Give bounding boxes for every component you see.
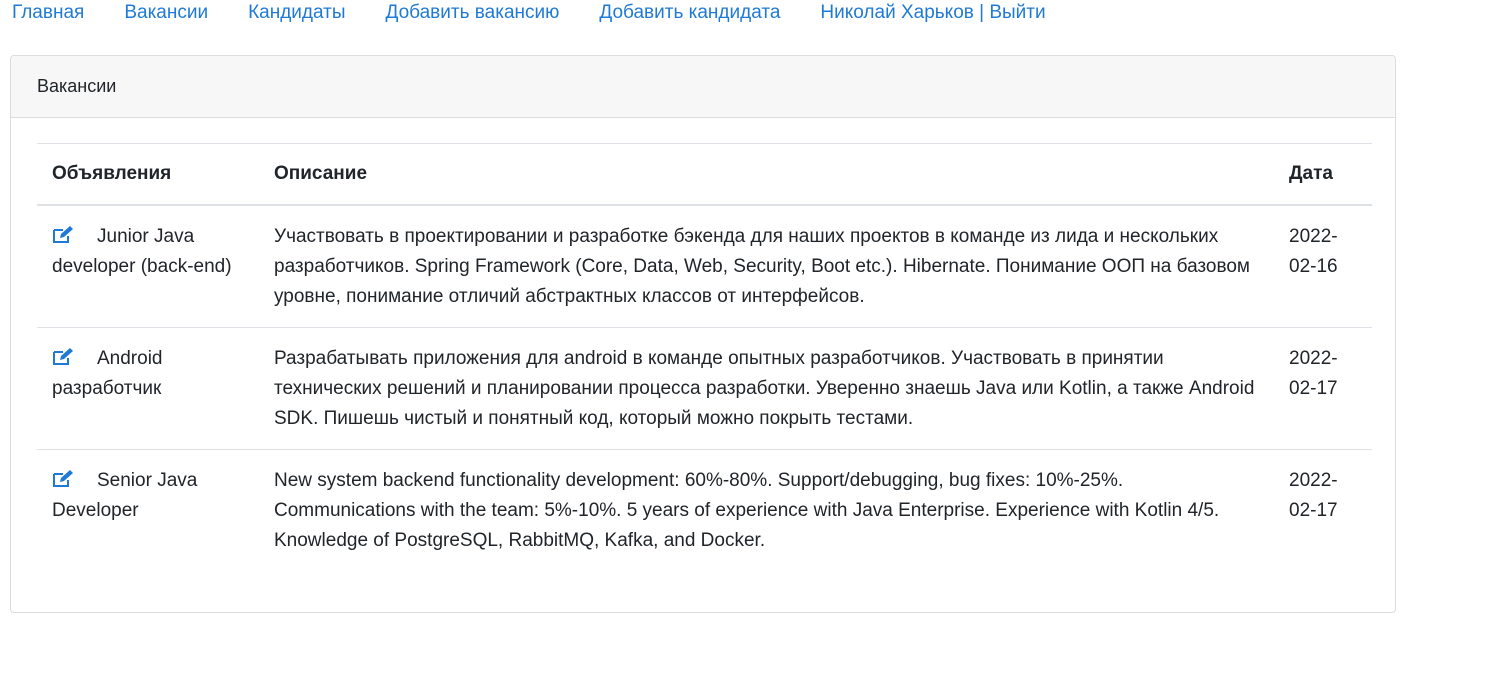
vacancy-description: New system backend functionality develop… — [274, 470, 1220, 551]
table-header-row: Объявления Описание Дата — [37, 143, 1372, 205]
vacancy-title: Junior Java developer (back-end) — [52, 226, 232, 277]
vacancies-card: Вакансии Объявления Описание Дата Junior… — [10, 55, 1396, 613]
vacancy-date: 2022-02-16 — [1289, 226, 1338, 277]
nav-link-candidates[interactable]: Кандидаты — [248, 2, 345, 24]
table-row: Senior Java Developer New system backend… — [37, 450, 1372, 572]
table-row: Android разработчик Разрабатывать прилож… — [37, 328, 1372, 450]
nav-link-add-vacancy[interactable]: Добавить вакансию — [386, 2, 560, 24]
vacancies-table: Объявления Описание Дата Junior Java dev… — [37, 143, 1372, 571]
vacancy-title-cell: Junior Java developer (back-end) — [37, 205, 259, 328]
nav-link-vacancies[interactable]: Вакансии — [124, 2, 208, 24]
vacancy-date: 2022-02-17 — [1289, 470, 1338, 521]
column-header-date: Дата — [1289, 163, 1333, 184]
column-header-title: Объявления — [52, 163, 172, 184]
nav-link-user-logout[interactable]: Николай Харьков | Выйти — [820, 2, 1045, 24]
vacancy-title-cell: Android разработчик — [37, 328, 259, 450]
card-header: Вакансии — [11, 56, 1395, 118]
edit-icon[interactable] — [52, 224, 74, 243]
vacancy-description: Участвовать в проектировании и разработк… — [274, 226, 1250, 307]
top-navigation: Главная Вакансии Кандидаты Добавить вака… — [12, 0, 1086, 26]
vacancy-date: 2022-02-17 — [1289, 348, 1338, 399]
column-header-description: Описание — [274, 163, 368, 184]
nav-link-add-candidate[interactable]: Добавить кандидата — [599, 2, 780, 24]
nav-link-home[interactable]: Главная — [12, 2, 84, 24]
vacancies-table-wrapper: Объявления Описание Дата Junior Java dev… — [37, 143, 1372, 571]
table-row: Junior Java developer (back-end) Участво… — [37, 205, 1372, 328]
vacancy-title-cell: Senior Java Developer — [37, 450, 259, 572]
vacancy-description: Разрабатывать приложения для android в к… — [274, 348, 1255, 429]
edit-icon[interactable] — [52, 346, 74, 365]
edit-icon[interactable] — [52, 468, 74, 487]
